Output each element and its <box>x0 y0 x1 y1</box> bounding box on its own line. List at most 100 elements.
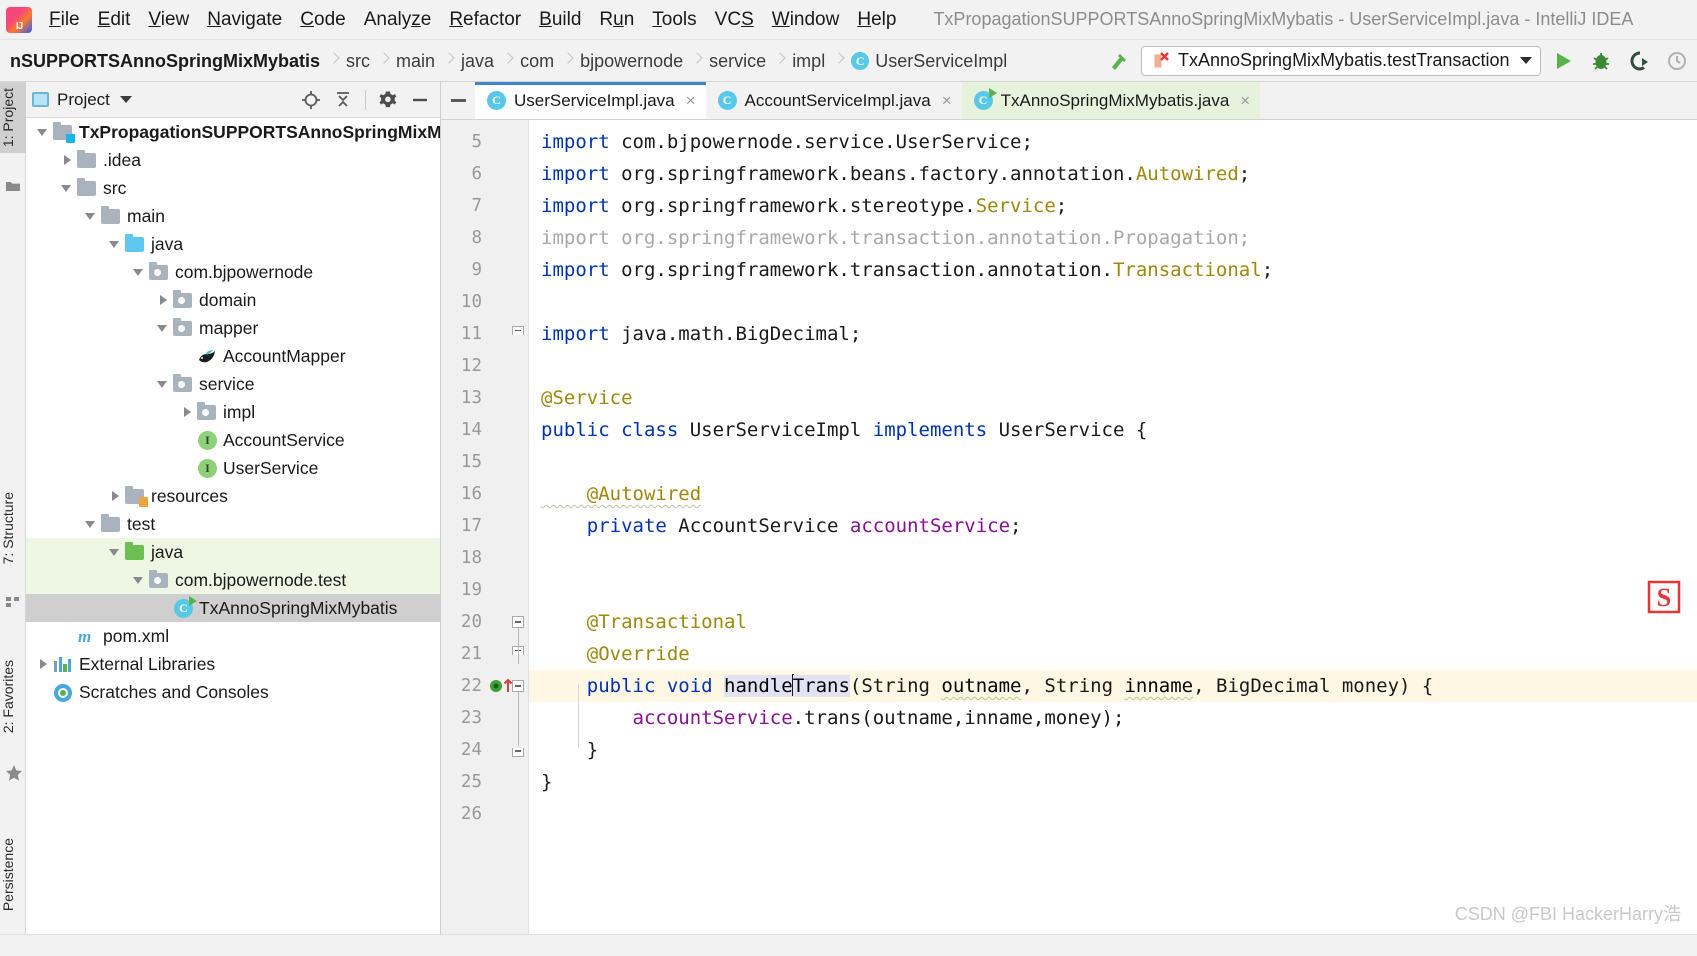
tree-node-userservice[interactable]: I UserService <box>26 454 440 482</box>
tree-twisty-open-icon[interactable] <box>130 571 148 589</box>
code-line[interactable]: import org.springframework.stereotype.Se… <box>529 190 1697 222</box>
build-hammer-icon[interactable] <box>1101 46 1135 76</box>
code-line[interactable]: } <box>529 766 1697 798</box>
fold-handle[interactable] <box>512 326 524 335</box>
menu-refactor[interactable]: Refactor <box>440 0 530 40</box>
tree-node-java[interactable]: java <box>26 538 440 566</box>
fold-handle[interactable] <box>512 680 524 692</box>
fold-handle[interactable] <box>512 748 524 757</box>
breadcrumb-item-nsupportsannospringmixmybatis[interactable]: nSUPPORTSAnnoSpringMixMybatis <box>2 40 328 82</box>
tree-node-accountmapper[interactable]: AccountMapper <box>26 342 440 370</box>
menu-view[interactable]: View <box>139 0 198 40</box>
tree-node-txpropagationsupportsannospringmixm[interactable]: TxPropagationSUPPORTSAnnoSpringMixM <box>26 118 440 146</box>
code-line[interactable] <box>529 446 1697 478</box>
menu-window[interactable]: Window <box>763 0 849 40</box>
tree-twisty-open-icon[interactable] <box>154 319 172 337</box>
breadcrumb-item-bjpowernode[interactable]: bjpowernode <box>572 40 691 82</box>
code-line[interactable]: @Transactional <box>529 606 1697 638</box>
tree-node-combjpowernodetest[interactable]: com.bjpowernode.test <box>26 566 440 594</box>
sidebar-tab-favorites[interactable]: 2: Favorites <box>0 654 26 739</box>
editor-gutter[interactable]: 5 6 7 8 9 10 11 12 13 14 15 16 17 18 19 20 21 22 23 24 25 26 <box>441 120 529 956</box>
tree-node-java[interactable]: java <box>26 230 440 258</box>
breadcrumb-item-impl[interactable]: impl <box>784 40 833 82</box>
code-line[interactable]: public class UserServiceImpl implements … <box>529 414 1697 446</box>
code-line[interactable]: public void handleTrans(String outname, … <box>529 670 1697 702</box>
tree-node-mapper[interactable]: mapper <box>26 314 440 342</box>
menu-vcs[interactable]: VCS <box>706 0 763 40</box>
debug-button[interactable] <box>1585 45 1617 77</box>
breadcrumb-item-service[interactable]: service <box>701 40 774 82</box>
profile-button[interactable] <box>1661 45 1693 77</box>
tree-node-scratchesandconsoles[interactable]: Scratches and Consoles <box>26 678 440 706</box>
breadcrumb-item-userserviceimpl[interactable]: C UserServiceImpl <box>843 40 1015 82</box>
code-line[interactable]: } <box>529 734 1697 766</box>
close-icon[interactable]: × <box>1240 92 1250 109</box>
tree-node-test[interactable]: test <box>26 510 440 538</box>
editor-tab-txannospringmixmybatisjava[interactable]: C TxAnnoSpringMixMybatis.java × <box>961 82 1261 119</box>
breadcrumb-item-src[interactable]: src <box>338 40 378 82</box>
menu-file[interactable]: File <box>40 0 89 40</box>
editor-text[interactable]: import com.bjpowernode.service.UserServi… <box>529 120 1697 956</box>
tree-twisty-open-icon[interactable] <box>154 375 172 393</box>
code-line[interactable] <box>529 574 1697 606</box>
menu-build[interactable]: Build <box>530 0 590 40</box>
tree-twisty-open-icon[interactable] <box>106 543 124 561</box>
locate-icon[interactable] <box>297 86 325 114</box>
project-view-chevron-down-icon[interactable] <box>119 96 132 103</box>
tree-twisty-closed-icon[interactable] <box>106 487 124 505</box>
code-line[interactable]: accountService.trans(outname,inname,mone… <box>529 702 1697 734</box>
run-configuration-selector[interactable]: TxAnnoSpringMixMybatis.testTransaction <box>1141 45 1541 76</box>
menu-run[interactable]: Run <box>590 0 643 40</box>
tree-twisty-open-icon[interactable] <box>82 207 100 225</box>
tree-twisty-open-icon[interactable] <box>34 123 52 141</box>
code-line[interactable]: @Autowired <box>529 478 1697 510</box>
tree-node-main[interactable]: main <box>26 202 440 230</box>
sidebar-tab-structure[interactable]: 7: Structure <box>0 486 26 570</box>
chevron-down-icon[interactable] <box>1520 57 1532 64</box>
menu-tools[interactable]: Tools <box>643 0 705 40</box>
sidebar-tab-project[interactable]: 1: Project <box>0 82 26 154</box>
close-icon[interactable]: × <box>942 92 952 109</box>
tree-node-combjpowernode[interactable]: com.bjpowernode <box>26 258 440 286</box>
code-line[interactable]: @Override <box>529 638 1697 670</box>
code-line[interactable]: import org.springframework.transaction.a… <box>529 222 1697 254</box>
code-line[interactable] <box>529 542 1697 574</box>
tree-node-pomxml[interactable]: m pom.xml <box>26 622 440 650</box>
fold-handle[interactable] <box>512 616 524 628</box>
tree-node-src[interactable]: src <box>26 174 440 202</box>
code-line[interactable]: import org.springframework.transaction.a… <box>529 254 1697 286</box>
breadcrumb-item-com[interactable]: com <box>512 40 562 82</box>
menu-edit[interactable]: Edit <box>89 0 140 40</box>
code-line[interactable]: private AccountService accountService; <box>529 510 1697 542</box>
code-line[interactable] <box>529 350 1697 382</box>
hide-panel-icon[interactable] <box>406 86 434 114</box>
tree-node-accountservice[interactable]: I AccountService <box>26 426 440 454</box>
tree-node-resources[interactable]: resources <box>26 482 440 510</box>
tree-node-txannospringmixmybatis[interactable]: C TxAnnoSpringMixMybatis <box>26 594 440 622</box>
run-button[interactable] <box>1547 45 1579 77</box>
breadcrumb-item-java[interactable]: java <box>453 40 502 82</box>
editor-tab-accountserviceimpljava[interactable]: C AccountServiceImpl.java × <box>705 82 962 119</box>
menu-analyze[interactable]: Analyze <box>355 0 441 40</box>
tree-node-service[interactable]: service <box>26 370 440 398</box>
tree-twisty-closed-icon[interactable] <box>58 151 76 169</box>
tree-twisty-open-icon[interactable] <box>58 179 76 197</box>
code-line[interactable] <box>529 798 1697 830</box>
editor-tab-userserviceimpljava[interactable]: C UserServiceImpl.java × <box>475 82 706 119</box>
breadcrumb-item-main[interactable]: main <box>388 40 443 82</box>
tree-twisty-closed-icon[interactable] <box>154 291 172 309</box>
tree-node-impl[interactable]: impl <box>26 398 440 426</box>
menu-code[interactable]: Code <box>291 0 354 40</box>
code-line[interactable]: import org.springframework.beans.factory… <box>529 158 1697 190</box>
tree-twisty-open-icon[interactable] <box>130 263 148 281</box>
code-line[interactable]: import java.math.BigDecimal; <box>529 318 1697 350</box>
tree-twisty-closed-icon[interactable] <box>34 655 52 673</box>
tree-node-idea[interactable]: .idea <box>26 146 440 174</box>
tree-node-externallibraries[interactable]: External Libraries <box>26 650 440 678</box>
sidebar-tab-persistence[interactable]: Persistence <box>0 832 26 917</box>
settings-gear-icon[interactable] <box>374 86 402 114</box>
tree-twisty-open-icon[interactable] <box>106 235 124 253</box>
tree-twisty-open-icon[interactable] <box>82 515 100 533</box>
menu-navigate[interactable]: Navigate <box>198 0 291 40</box>
code-line[interactable]: import com.bjpowernode.service.UserServi… <box>529 126 1697 158</box>
